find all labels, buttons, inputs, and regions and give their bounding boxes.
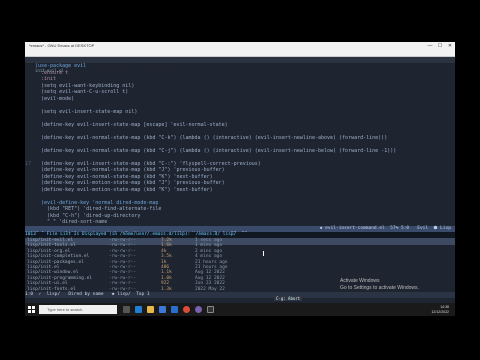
- dired-file-name: lisp/init-ui.el: [27, 281, 68, 287]
- code-text: (evil-define-key 'normal dired-mode-map: [35, 199, 159, 206]
- code-text: (define-key evil-normal-state-map (kbd "…: [35, 167, 225, 173]
- close-button[interactable]: ✕: [445, 42, 455, 50]
- code-text: (define-key evil-normal-state-map (kbd "…: [35, 173, 213, 180]
- emacs-icon[interactable]: [195, 306, 202, 313]
- code-line: (setq evil-insert-state-map nil): [25, 109, 137, 116]
- code-text: (define-key evil-insert-state-map [escap…: [35, 121, 228, 128]
- code-text: (define-key evil-normal-state-map (kbd "…: [35, 134, 388, 141]
- code-text: (setq evil-want-keybinding nil): [35, 82, 135, 89]
- activation-watermark: Activate Windows Go to Settings to activ…: [340, 278, 419, 292]
- code-text: (evil-mode): [35, 95, 75, 102]
- terminal-icon[interactable]: [207, 306, 214, 313]
- chrome-icon[interactable]: [183, 306, 190, 313]
- maximize-button[interactable]: ☐: [435, 42, 445, 50]
- code-text: (kbd "C-h") 'dired-up-directory: [35, 212, 141, 219]
- code-text: " " 'dired-sort-name: [35, 219, 108, 225]
- watermark-title: Activate Windows: [340, 278, 380, 284]
- clock-date: 12/12/2022: [431, 309, 449, 314]
- menu-bar: File Edit Options Buffers Tools Minibuf …: [25, 50, 455, 66]
- code-line: (define-key evil-normal-state-map (kbd "…: [25, 148, 396, 155]
- code-editor[interactable]: (use-package evil :ensure t :init (setq …: [25, 63, 455, 225]
- code-text: :ensure t: [35, 69, 69, 76]
- watermark-subtitle: Go to Settings to activate Windows.: [340, 285, 419, 291]
- minimize-button[interactable]: —: [425, 42, 435, 50]
- windows-start-icon[interactable]: [28, 306, 35, 313]
- code-text: (define-key evil-insert-state-map (kbd "…: [35, 160, 261, 167]
- code-text: (setq evil-insert-state-map nil): [35, 108, 138, 115]
- taskbar-clock[interactable]: 14:38 12/12/2022: [431, 305, 449, 314]
- code-text: (define-key evil-motion-state-map (kbd "…: [35, 180, 225, 186]
- dired-file-name: lisp/init-window.el: [27, 270, 79, 276]
- code-text: (setq evil-want-C-u-scroll t): [35, 89, 129, 95]
- code-text: :init: [35, 76, 57, 82]
- code-text: (define-key evil-motion-state-map (kbd "…: [35, 186, 213, 193]
- dired-file-name: lisp/init-fonts.el: [27, 286, 76, 292]
- task-view-icon[interactable]: [123, 306, 130, 313]
- taskbar: Type here to search 14:38 12/12/2022: [25, 303, 455, 316]
- code-line: " " 'dired-sort-name: [25, 219, 107, 226]
- text-cursor: [263, 251, 264, 256]
- code-text: (define-key evil-normal-state-map (kbd "…: [35, 147, 397, 154]
- dired-file-name: lisp/init-packages.el: [27, 259, 84, 265]
- taskbar-search-input[interactable]: Type here to search: [39, 305, 117, 314]
- file-explorer-icon[interactable]: [147, 306, 154, 313]
- code-text: (kbd "RET") 'dired-find-alternate-file: [35, 206, 162, 212]
- dired-file-name: lisp/init-tools.el: [27, 243, 76, 249]
- mail-icon[interactable]: [171, 306, 178, 313]
- dired-file-name: lisp/init-completion.el: [27, 254, 90, 260]
- store-icon[interactable]: [159, 306, 166, 313]
- code-line: (define-key evil-motion-state-map (kbd "…: [25, 187, 213, 194]
- code-text: (use-package evil: [35, 63, 87, 69]
- code-line: (define-key evil-insert-state-map [escap…: [25, 122, 228, 129]
- window-title: *emacs* - GNU Emacs at DESKTOP: [29, 43, 95, 48]
- title-bar: *emacs* - GNU Emacs at DESKTOP — ☐ ✕: [25, 42, 455, 50]
- code-line: (define-key evil-normal-state-map (kbd "…: [25, 135, 387, 142]
- which-key-popup: C-g: Abort: [274, 296, 303, 301]
- emacs-window: *emacs* - GNU Emacs at DESKTOP — ☐ ✕ Fil…: [25, 42, 455, 306]
- edge-icon[interactable]: [135, 306, 142, 313]
